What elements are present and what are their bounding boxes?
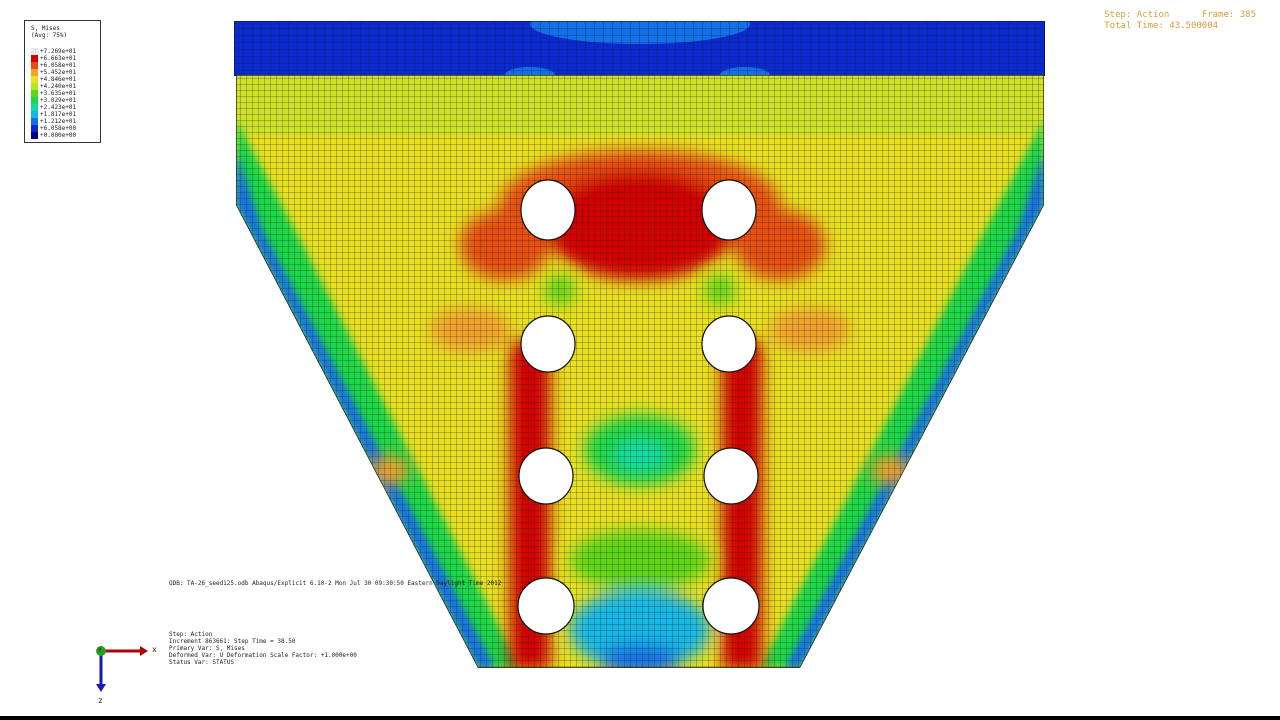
fe-mesh-contour-plot bbox=[234, 21, 1045, 668]
status-block: Step: Action Increment 863661: Step Time… bbox=[169, 631, 357, 666]
hole-r4-left bbox=[517, 577, 575, 635]
legend-entry: +6.663e+01 bbox=[31, 55, 97, 62]
legend-title-line1: S, Mises bbox=[31, 25, 60, 32]
legend-value: +3.029e+01 bbox=[40, 97, 77, 104]
legend-entry: +6.058e+00 bbox=[31, 125, 97, 132]
step-info: Step: Action Frame: 385 Total Time: 43.5… bbox=[1104, 10, 1256, 32]
triad-x-label: x bbox=[152, 645, 157, 654]
legend-swatch bbox=[31, 125, 38, 132]
hole-r3-left bbox=[518, 447, 574, 505]
legend-entry: +4.846e+01 bbox=[31, 76, 97, 83]
odb-info-line: ODB: TA-26_seed125.odb Abaqus/Explicit 6… bbox=[169, 580, 502, 587]
legend-value: +2.423e+01 bbox=[40, 104, 77, 111]
legend-entry: +5.452e+01 bbox=[31, 69, 97, 76]
frame-label: Frame: 385 bbox=[1201, 10, 1256, 20]
legend-swatch bbox=[31, 104, 38, 111]
legend-entry: +4.240e+01 bbox=[31, 83, 97, 90]
legend-value: +4.240e+01 bbox=[40, 83, 77, 90]
status-primary-var: Primary Var: S, Mises bbox=[169, 645, 245, 652]
legend-value: +6.058e+01 bbox=[40, 62, 77, 69]
hole-r3-right bbox=[703, 447, 759, 505]
legend-value: +7.269e+01 bbox=[40, 48, 77, 55]
legend-swatch bbox=[31, 76, 38, 83]
legend-value: +6.663e+01 bbox=[40, 55, 77, 62]
step-label: Step: Action bbox=[1104, 10, 1170, 20]
legend-entry: +0.000e+00 bbox=[31, 132, 97, 139]
legend-entry: +3.635e+01 bbox=[31, 90, 97, 97]
hole-r4-right bbox=[702, 577, 760, 635]
legend-swatch bbox=[31, 132, 38, 139]
legend-swatch bbox=[31, 55, 38, 62]
legend-value: +1.212e+01 bbox=[40, 118, 77, 125]
legend-entry: +1.817e+01 bbox=[31, 111, 97, 118]
legend-entry: +7.269e+01 bbox=[31, 48, 97, 55]
status-deformed-var: Deformed Var: U Deformation Scale Factor… bbox=[169, 652, 357, 659]
legend-swatch bbox=[31, 83, 38, 90]
legend-entry: +1.212e+01 bbox=[31, 118, 97, 125]
coordinate-triad: x Y z bbox=[90, 640, 160, 710]
legend-value: +5.452e+01 bbox=[40, 69, 77, 76]
legend-value: +6.058e+00 bbox=[40, 125, 77, 132]
status-increment: Increment 863661: Step Time = 38.50 bbox=[169, 638, 296, 645]
status-step: Step: Action bbox=[169, 631, 213, 638]
legend-entry: +6.058e+01 bbox=[31, 62, 97, 69]
total-time: Total Time: 43.500004 bbox=[1104, 21, 1219, 31]
hole-r1-left bbox=[520, 179, 576, 241]
triad-z-label: z bbox=[98, 696, 103, 705]
triad-y-label: Y bbox=[98, 647, 102, 654]
legend-value: +0.000e+00 bbox=[40, 132, 77, 139]
legend-entry: +2.423e+01 bbox=[31, 104, 97, 111]
legend-swatch bbox=[31, 111, 38, 118]
abaqus-viewport[interactable]: S, Mises (Avg: 75%) +7.269e+01 +6.663e+01… bbox=[0, 0, 1280, 716]
status-status-var: Status Var: STATUS bbox=[169, 659, 235, 666]
hole-r2-left bbox=[520, 315, 576, 373]
legend-swatch bbox=[31, 48, 38, 55]
legend-swatch bbox=[31, 62, 38, 69]
legend-title: S, Mises (Avg: 75%) bbox=[31, 25, 67, 39]
legend-swatch bbox=[31, 97, 38, 104]
top-platen bbox=[234, 21, 1045, 76]
legend-value: +3.635e+01 bbox=[40, 90, 77, 97]
legend-title-line2: (Avg: 75%) bbox=[31, 32, 68, 39]
hole-r1-right bbox=[701, 179, 757, 241]
contour-legend: S, Mises (Avg: 75%) +7.269e+01 +6.663e+01… bbox=[24, 20, 101, 143]
legend-value: +4.846e+01 bbox=[40, 76, 77, 83]
legend-entry: +3.029e+01 bbox=[31, 97, 97, 104]
legend-value: +1.817e+01 bbox=[40, 111, 77, 118]
legend-swatch bbox=[31, 69, 38, 76]
legend-swatch bbox=[31, 90, 38, 97]
legend-swatch bbox=[31, 118, 38, 125]
hole-r2-right bbox=[701, 315, 757, 373]
